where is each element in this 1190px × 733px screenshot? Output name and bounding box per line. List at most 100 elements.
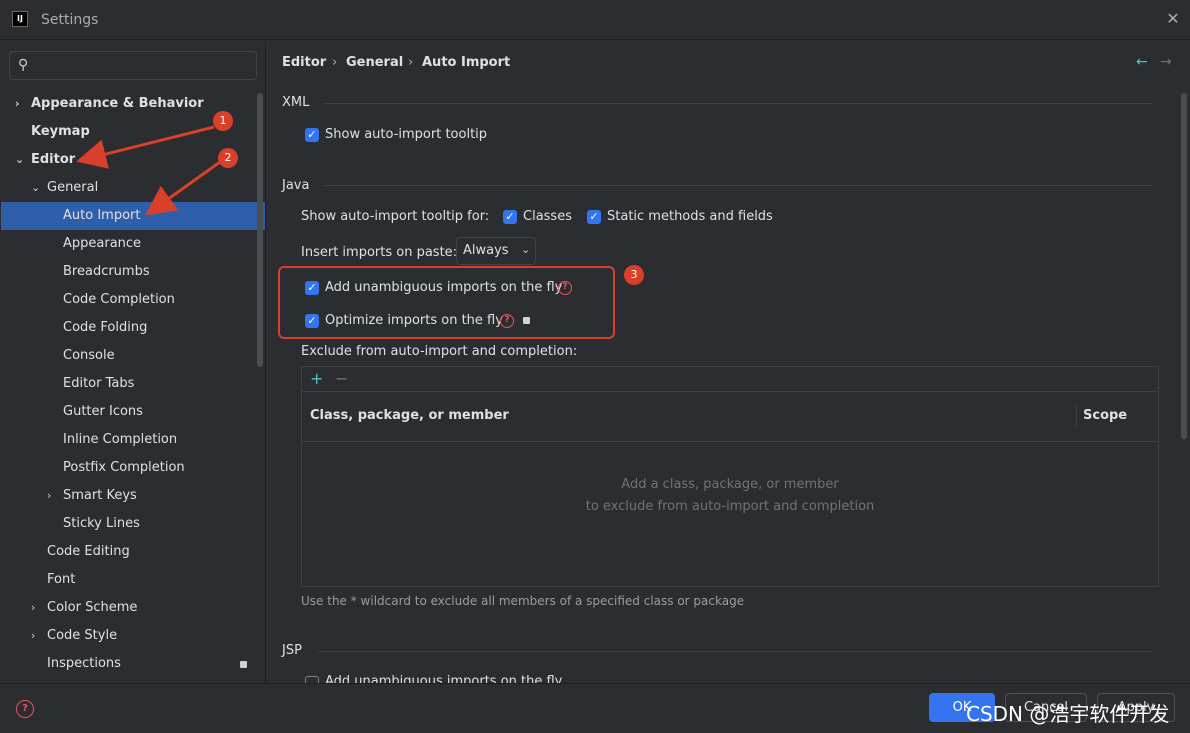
title-bar: IJ Settings ✕ [0, 0, 1190, 40]
column-divider[interactable] [1076, 404, 1077, 428]
sidebar-item-label: Color Scheme [47, 600, 138, 615]
back-arrow-icon[interactable]: ← [1136, 54, 1148, 70]
annotation-badge-2: 2 [218, 148, 238, 168]
content-scrollbar[interactable] [1181, 93, 1187, 439]
sidebar-item-inspections[interactable]: Inspections [0, 650, 265, 678]
section-title-jsp: JSP [282, 643, 302, 658]
exclude-table: + − Class, package, or member Scope Add … [301, 366, 1159, 587]
wildcard-hint: Use the * wildcard to exclude all member… [301, 594, 745, 608]
xml-show-tooltip-checkbox[interactable]: ✓ [305, 128, 319, 142]
sidebar-item-postfix-completion[interactable]: Postfix Completion [0, 454, 265, 482]
empty-text-line1[interactable]: Add a class, package, or member [302, 477, 1158, 492]
sidebar-item-label: Gutter Icons [63, 404, 143, 419]
sidebar-item-console[interactable]: Console [0, 342, 265, 370]
sidebar-item-label: Breadcrumbs [63, 264, 150, 279]
window-title: Settings [41, 12, 99, 28]
chevron-down-icon: ⌄ [521, 243, 531, 256]
search-box[interactable]: ⚲ [9, 51, 257, 80]
sidebar-item-label: Code Folding [63, 320, 148, 335]
classes-checkbox[interactable]: ✓ [503, 210, 517, 224]
chevron-right-icon: › [47, 489, 52, 502]
sidebar-item-code-editing[interactable]: Code Editing [0, 538, 265, 566]
table-toolbar: + − [302, 367, 1158, 392]
exclude-label: Exclude from auto-import and completion: [301, 344, 578, 359]
annotation-badge-3: 3 [624, 265, 644, 285]
close-icon[interactable]: ✕ [1164, 8, 1182, 30]
remove-icon[interactable]: − [335, 369, 348, 388]
sidebar-item-code-folding[interactable]: Code Folding [0, 314, 265, 342]
sidebar-item-label: Editor [31, 152, 76, 167]
sidebar-item-label: Smart Keys [63, 488, 137, 503]
section-divider [324, 185, 1152, 186]
sidebar-item-code-completion[interactable]: Code Completion [0, 286, 265, 314]
search-icon: ⚲ [18, 57, 29, 73]
section-title-java: Java [282, 178, 310, 193]
table-header: Class, package, or member Scope [302, 392, 1158, 442]
sidebar-item-smart-keys[interactable]: › Smart Keys [0, 482, 265, 510]
sidebar-item-color-scheme[interactable]: › Color Scheme [0, 594, 265, 622]
breadcrumb-auto-import: Auto Import [422, 55, 511, 70]
chevron-down-icon: ⌄ [31, 181, 41, 194]
sidebar-item-label: Font [47, 572, 76, 587]
sidebar-item-label: Code Editing [47, 544, 130, 559]
sidebar-item-label: Appearance [63, 236, 142, 251]
section-divider [324, 103, 1152, 104]
chevron-right-icon: › [31, 629, 36, 642]
sidebar-item-appearance[interactable]: Appearance [0, 230, 265, 258]
help-icon[interactable]: ? [16, 700, 34, 718]
sidebar-item-label: Inspections [47, 656, 121, 671]
sidebar-item-breadcrumbs[interactable]: Breadcrumbs [0, 258, 265, 286]
forward-arrow-icon[interactable]: → [1160, 54, 1172, 70]
column-header-scope[interactable]: Scope [1083, 408, 1127, 423]
sidebar-item-label: Appearance & Behavior [31, 96, 204, 111]
sidebar-item-gutter-icons[interactable]: Gutter Icons [0, 398, 265, 426]
xml-show-tooltip-label: Show auto-import tooltip [325, 127, 488, 142]
sidebar-item-label: Code Completion [63, 292, 175, 307]
sidebar-item-label: Postfix Completion [63, 460, 185, 475]
sidebar-item-label: Console [63, 348, 115, 363]
dropdown-value: Always [463, 243, 509, 258]
intellij-logo-icon: IJ [12, 11, 28, 27]
insert-imports-dropdown[interactable]: Always ⌄ [456, 237, 536, 265]
breadcrumb-general[interactable]: General [346, 55, 403, 70]
watermark: CSDN @浩宇软件开发 [966, 702, 1170, 726]
settings-content: Editor › General › Auto Import ← → XML ✓… [266, 41, 1190, 683]
sidebar-item-label: Inline Completion [63, 432, 178, 447]
sidebar-item-label: Keymap [31, 124, 90, 139]
sidebar-item-sticky-lines[interactable]: Sticky Lines [0, 510, 265, 538]
sidebar-item-font[interactable]: Font [0, 566, 265, 594]
sidebar-item-label: Sticky Lines [63, 516, 140, 531]
sidebar-item-label: Editor Tabs [63, 376, 135, 391]
breadcrumb-editor[interactable]: Editor [282, 55, 326, 70]
classes-label: Classes [523, 209, 572, 224]
jsp-add-unambiguous-label: Add unambiguous imports on the fly [325, 674, 563, 683]
sidebar-scrollbar[interactable] [257, 93, 263, 367]
empty-text-line2: to exclude from auto-import and completi… [585, 499, 875, 514]
sidebar-item-general[interactable]: ⌄ General [0, 174, 265, 202]
sidebar-item-label: Code Style [47, 628, 118, 643]
sidebar-item-inline-completion[interactable]: Inline Completion [0, 426, 265, 454]
sidebar-item-editor-tabs[interactable]: Editor Tabs [0, 370, 265, 398]
breadcrumb-separator: › [332, 55, 338, 70]
insert-imports-label: Insert imports on paste: [301, 245, 458, 260]
breadcrumb-separator: › [408, 55, 414, 70]
sidebar-item-label: Auto Import [63, 208, 141, 223]
static-methods-checkbox[interactable]: ✓ [587, 210, 601, 224]
jsp-add-unambiguous-checkbox[interactable] [305, 676, 319, 683]
static-methods-label: Static methods and fields [607, 209, 773, 224]
section-title-xml: XML [282, 95, 310, 110]
project-scope-icon [240, 661, 247, 668]
sidebar-item-auto-import[interactable]: Auto Import [1, 202, 265, 230]
chevron-right-icon: › [31, 601, 36, 614]
tooltip-for-label: Show auto-import tooltip for: [301, 209, 490, 224]
annotation-highlight-box [278, 266, 615, 339]
add-icon[interactable]: + [310, 369, 323, 388]
sidebar-item-label: General [47, 180, 99, 195]
search-input[interactable] [38, 55, 248, 76]
annotation-badge-1: 1 [213, 111, 233, 131]
section-divider [318, 651, 1152, 652]
sidebar-item-code-style[interactable]: › Code Style [0, 622, 265, 650]
chevron-right-icon: › [15, 97, 20, 110]
settings-sidebar: ⚲ › Appearance & Behavior Keymap ⌄ Edito… [0, 41, 265, 683]
column-header-class[interactable]: Class, package, or member [310, 408, 509, 423]
